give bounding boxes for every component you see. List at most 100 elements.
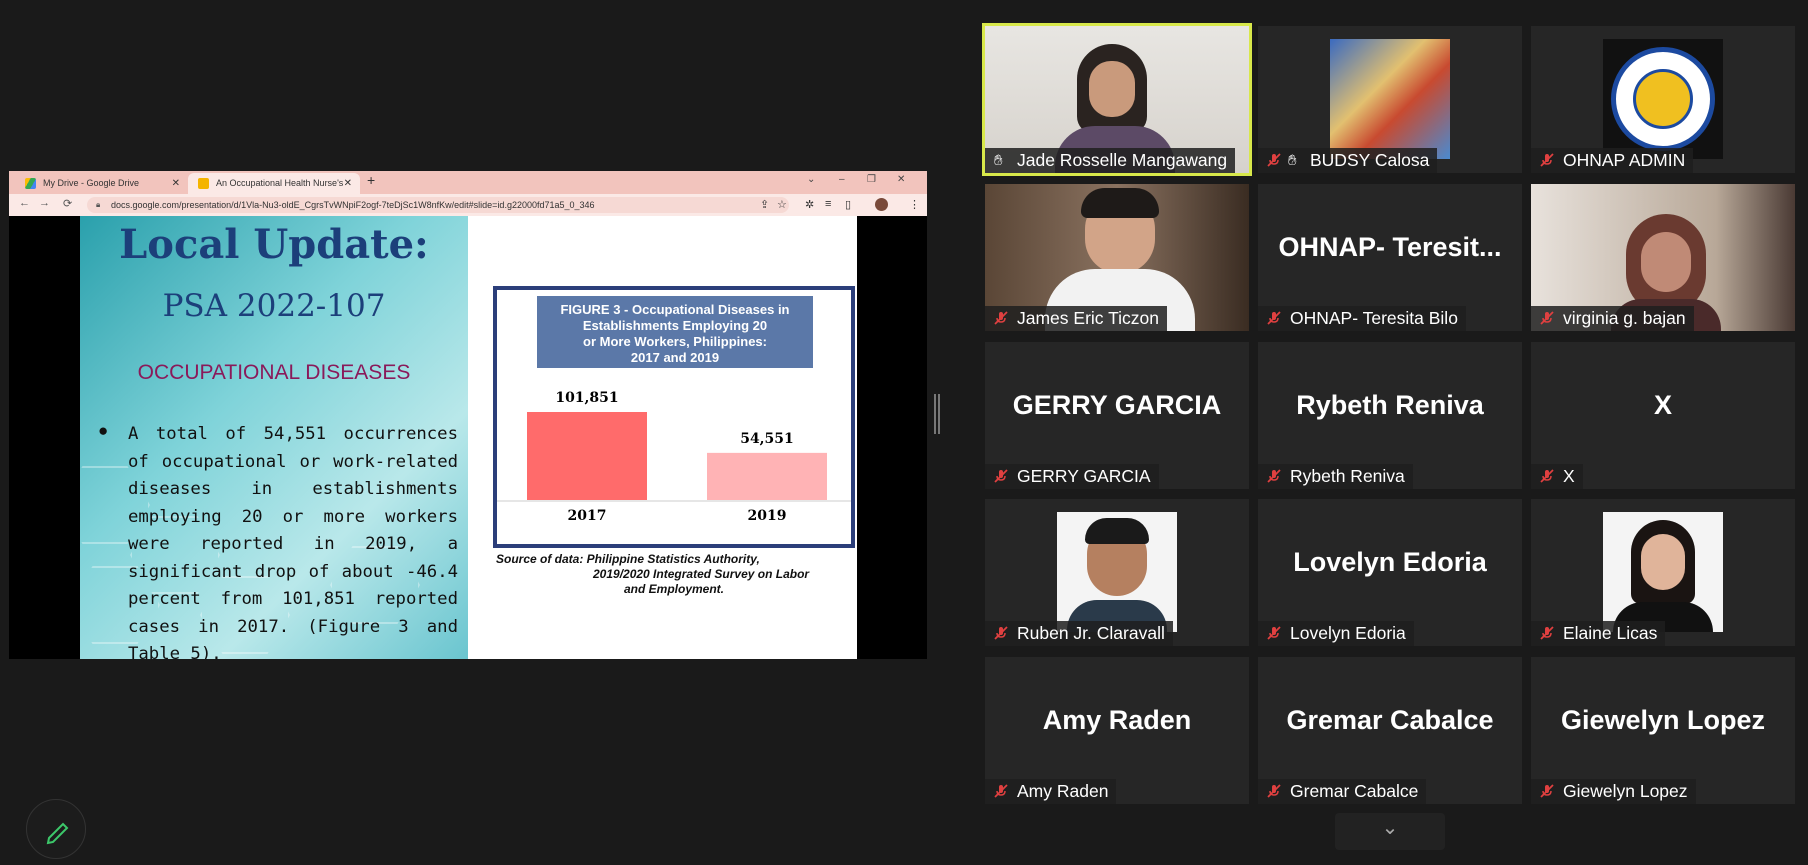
participant-photo — [1057, 512, 1177, 632]
source-line: and Employment. — [624, 582, 725, 596]
participant-tile[interactable]: Rybeth Reniva Rybeth Reniva — [1258, 342, 1522, 489]
slide-left-panel: Local Update: PSA 2022-107 OCCUPATIONAL … — [80, 216, 468, 659]
muted-mic-icon — [994, 311, 1008, 325]
source-line: 2019/2020 Integrated Survey on Labor — [593, 567, 810, 581]
bar-value-label: 54,551 — [740, 431, 794, 447]
participant-tile[interactable]: Lovelyn Edoria Lovelyn Edoria — [1258, 499, 1522, 646]
participant-name-display: Lovelyn Edoria — [1293, 547, 1487, 577]
participant-name: Amy Raden — [1017, 781, 1109, 801]
participant-name-label: Rybeth Reniva — [1258, 464, 1413, 489]
participant-name-label: OHNAP- Teresita Bilo — [1258, 306, 1466, 331]
share-icon[interactable]: ⇪ — [760, 198, 769, 211]
participant-name-label: ✋︎ Jade Rosselle Mangawang — [985, 148, 1236, 173]
participant-tile[interactable]: virginia g. bajan — [1531, 184, 1795, 331]
source-line: Source of data: Philippine Statistics Au… — [496, 552, 760, 566]
browser-toolbar: ← → ⟳ 🔒︎ docs.google.com/presentation/d/… — [9, 194, 927, 216]
participant-name-display: Gremar Cabalce — [1286, 705, 1494, 735]
shared-screen: My Drive - Google Drive ✕ An Occupationa… — [9, 171, 927, 659]
pin-icon: ✋︎ — [994, 152, 1003, 169]
back-icon[interactable]: ← — [19, 197, 30, 209]
figure-frame: FIGURE 3 - Occupational Diseases in Esta… — [493, 286, 855, 548]
tab-search-icon[interactable]: ⌄ — [807, 174, 815, 185]
restore-button[interactable]: ❐ — [867, 174, 876, 185]
participant-name: Elaine Licas — [1563, 623, 1658, 643]
muted-mic-icon — [1267, 153, 1281, 167]
participant-name: Rybeth Reniva — [1290, 466, 1405, 486]
figure-title-line: or More Workers, Philippines: — [583, 334, 767, 349]
participant-tile[interactable]: Gremar Cabalce Gremar Cabalce — [1258, 657, 1522, 804]
bar-2017 — [527, 412, 647, 500]
profile-avatar[interactable] — [875, 198, 888, 211]
lock-icon: 🔒︎ — [96, 200, 101, 209]
presentation-slide: Local Update: PSA 2022-107 OCCUPATIONAL … — [80, 216, 857, 659]
participant-name: BUDSY Calosa — [1310, 150, 1430, 170]
participant-name: Giewelyn Lopez — [1563, 781, 1688, 801]
close-window-button[interactable]: ✕ — [897, 174, 905, 185]
participant-tile[interactable]: Amy Raden Amy Raden — [985, 657, 1249, 804]
participant-name-display: GERRY GARCIA — [1012, 390, 1222, 420]
figure-title-line: FIGURE 3 - Occupational Diseases in — [560, 302, 790, 317]
side-panel-icon[interactable]: ▯ — [845, 198, 851, 211]
participant-tile[interactable]: XX — [1531, 342, 1795, 489]
annotate-button[interactable] — [26, 799, 86, 859]
participant-name-label: Lovelyn Edoria — [1258, 621, 1414, 646]
participant-name: GERRY GARCIA — [1017, 466, 1151, 486]
participant-name-display: Rybeth Reniva — [1296, 390, 1484, 420]
participant-name: virginia g. bajan — [1563, 308, 1686, 328]
muted-mic-icon — [1267, 311, 1281, 325]
close-tab-icon[interactable]: ✕ — [172, 173, 180, 194]
participant-tile[interactable]: ✋︎ BUDSY Calosa — [1258, 26, 1522, 173]
google-slides-icon — [198, 178, 209, 189]
participant-name-label: Ruben Jr. Claravall — [985, 621, 1173, 646]
bullet-dot: ● — [98, 421, 109, 440]
reload-icon[interactable]: ⟳ — [63, 197, 72, 210]
participant-name: X — [1563, 466, 1575, 486]
participant-name-display: OHNAP- Teresit... — [1278, 232, 1502, 262]
participant-name: Gremar Cabalce — [1290, 781, 1419, 801]
minimize-button[interactable]: – — [839, 174, 845, 185]
extensions-icon[interactable]: ✲ — [805, 198, 814, 211]
participant-tile[interactable]: OHNAP- Teresit... OHNAP- Teresita Bilo — [1258, 184, 1522, 331]
participant-name: OHNAP- Teresita Bilo — [1290, 308, 1458, 328]
reading-list-icon[interactable]: ≡ — [825, 198, 831, 210]
participant-name-label: James Eric Ticzon — [985, 306, 1167, 331]
participant-name: Jade Rosselle Mangawang — [1017, 150, 1228, 170]
url-text: docs.google.com/presentation/d/1Vla-Nu3-… — [111, 200, 595, 210]
close-tab-icon[interactable]: ✕ — [344, 173, 352, 194]
bar-chart: 101,851 2017 54,551 2019 — [497, 390, 851, 524]
muted-mic-icon — [1267, 626, 1281, 640]
muted-mic-icon — [994, 469, 1008, 483]
muted-mic-icon — [994, 626, 1008, 640]
participant-tile[interactable]: Ruben Jr. Claravall — [985, 499, 1249, 646]
participant-tile[interactable]: OHNAP ADMIN — [1531, 26, 1795, 173]
slide-bullet-text: A total of 54,551 occurrences of occupat… — [128, 424, 458, 659]
address-bar[interactable]: 🔒︎ docs.google.com/presentation/d/1Vla-N… — [87, 197, 789, 213]
participant-name-display: Amy Raden — [1042, 705, 1192, 735]
figure-title-line: 2017 and 2019 — [630, 350, 720, 365]
participant-name-display: Giewelyn Lopez — [1560, 705, 1766, 735]
show-more-participants-button[interactable]: ⌄ — [1335, 813, 1445, 850]
pencil-icon — [46, 822, 69, 845]
tab-google-drive[interactable]: My Drive - Google Drive ✕ — [15, 173, 188, 194]
participant-name-label: Giewelyn Lopez — [1531, 779, 1696, 804]
participant-name-label: Amy Raden — [985, 779, 1117, 804]
participant-tile[interactable]: Elaine Licas — [1531, 499, 1795, 646]
tab-google-slides[interactable]: An Occupational Health Nurse's ✕ — [188, 173, 360, 194]
tab-label: An Occupational Health Nurse's — [216, 178, 344, 188]
panel-resize-handle[interactable] — [934, 394, 940, 434]
new-tab-button[interactable]: + — [367, 172, 375, 188]
figure-source: Source of data: Philippine Statistics Au… — [496, 552, 856, 597]
participant-name-display: X — [1653, 390, 1672, 420]
muted-mic-icon — [1267, 784, 1281, 798]
participant-tile[interactable]: James Eric Ticzon — [985, 184, 1249, 331]
participant-name-label: Gremar Cabalce — [1258, 779, 1427, 804]
bar-value-label: 101,851 — [555, 390, 618, 406]
bookmark-star-icon[interactable]: ☆ — [777, 198, 787, 211]
menu-icon[interactable]: ⋮ — [909, 198, 920, 211]
participant-tile[interactable]: Giewelyn Lopez Giewelyn Lopez — [1531, 657, 1795, 804]
forward-icon[interactable]: → — [39, 197, 50, 209]
figure-3: FIGURE 3 - Occupational Diseases in Esta… — [488, 281, 855, 596]
participant-tile[interactable]: GERRY GARCIA GERRY GARCIA — [985, 342, 1249, 489]
google-drive-icon — [25, 178, 36, 189]
participant-tile[interactable]: ✋︎ Jade Rosselle Mangawang — [982, 23, 1252, 176]
